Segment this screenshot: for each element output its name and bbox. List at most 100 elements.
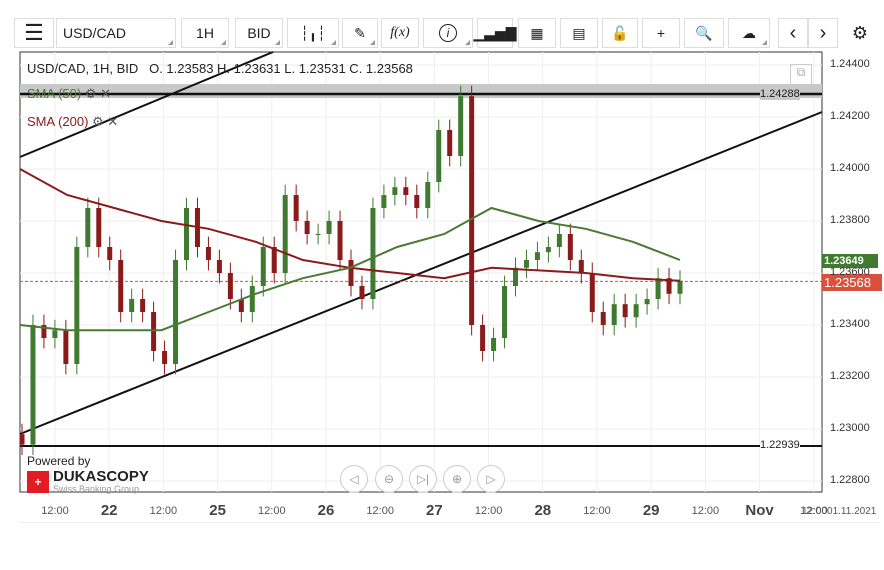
branding: Powered by + DUKASCOPY Swiss Banking Grou… <box>27 454 149 494</box>
candle-body <box>96 208 102 247</box>
candle-body <box>589 273 595 312</box>
candle-body <box>315 234 321 235</box>
x-tick-label: 12:00 <box>41 505 69 517</box>
candle-body <box>447 130 453 156</box>
candle-body <box>425 182 431 208</box>
indicator-label: SMA (200) <box>27 114 89 129</box>
close-icon[interactable]: ✕ <box>100 86 111 101</box>
lower-level-label: 1.22939 <box>760 439 800 451</box>
dukascopy-logo-icon: + <box>27 471 49 493</box>
candle-body <box>633 304 639 318</box>
candle-body <box>523 260 529 268</box>
y-tick-label: 1.24400 <box>830 58 870 70</box>
candle-body <box>227 273 233 299</box>
candle-body <box>249 286 255 312</box>
powered-by: Powered by <box>27 454 91 468</box>
candle-body <box>414 195 420 208</box>
ohlc-readout: O. 1.23583 H. 1.23631 L. 1.23531 C. 1.23… <box>149 61 413 76</box>
candle-body <box>85 208 91 247</box>
x-tick-label: 12:00 <box>583 505 611 517</box>
candle-body <box>370 208 376 299</box>
x-tick-label: 12:00 <box>258 505 286 517</box>
candle-body <box>567 234 573 260</box>
logo-text: DUKASCOPY <box>53 468 149 485</box>
candle-body <box>491 338 497 351</box>
indicator-sma200[interactable]: SMA (200) ⚙ ✕ <box>27 114 118 130</box>
candle-body <box>326 221 332 234</box>
pan-right-button[interactable]: ▷ <box>477 465 505 493</box>
candle-body <box>458 96 464 156</box>
go-to-end-button[interactable]: ▷| <box>409 465 437 493</box>
candle-body <box>611 304 617 325</box>
candle-body <box>381 195 387 208</box>
y-tick-label: 1.23000 <box>830 422 870 434</box>
candle-body <box>216 260 222 273</box>
candle-body <box>600 312 606 325</box>
x-tick-label: 12:00 <box>149 505 178 517</box>
chart-header: USD/CAD, 1H, BID O. 1.23583 H. 1.23631 L… <box>27 61 413 76</box>
candle-body <box>205 247 211 260</box>
candle-body <box>129 299 135 312</box>
candle-body <box>271 247 277 273</box>
x-tick-label: 12:00 <box>474 505 503 517</box>
candle-body <box>644 299 650 305</box>
y-tick-label: 1.23400 <box>830 318 870 330</box>
chart-title: USD/CAD, 1H, BID <box>27 61 139 76</box>
candle-body <box>173 260 179 364</box>
candle-body <box>30 325 36 445</box>
candle-body <box>469 96 475 325</box>
x-tick-label: 12:00 <box>366 505 394 517</box>
candle-body <box>545 247 551 253</box>
candle-body <box>534 252 540 260</box>
candle-body <box>118 260 124 312</box>
candle-body <box>622 304 628 318</box>
candle-body <box>513 267 518 286</box>
gear-icon[interactable]: ⚙ <box>92 114 104 129</box>
y-tick-label: 1.23800 <box>830 214 870 226</box>
zoom-out-button[interactable]: ⊖ <box>375 465 403 493</box>
y-tick-label: 1.22800 <box>830 474 870 486</box>
indicator-label: SMA (50) <box>27 86 82 101</box>
zoom-in-button[interactable]: ⊕ <box>443 465 471 493</box>
y-tick-label: 1.23200 <box>830 370 870 382</box>
detach-button[interactable]: ⧉ <box>790 64 812 86</box>
indicator-sma50[interactable]: SMA (50) ⚙ ✕ <box>27 86 111 102</box>
candle-body <box>184 208 189 260</box>
candle-body <box>392 187 398 195</box>
x-tick-label: 27 <box>426 502 443 519</box>
x-tick-label: 25 <box>209 502 226 519</box>
candle-body <box>52 330 58 338</box>
candle-body <box>282 195 288 273</box>
candle-body <box>304 221 310 234</box>
gear-icon[interactable]: ⚙ <box>85 86 97 101</box>
close-icon[interactable]: ✕ <box>107 114 118 129</box>
candle-body <box>63 330 69 364</box>
candle-body <box>260 247 266 286</box>
candle-body <box>74 247 80 364</box>
x-end-label: 12:0001.11.2021 <box>802 506 877 517</box>
candle-body <box>556 234 562 247</box>
y-tick-label: 1.23600 <box>830 266 870 278</box>
x-tick-label: 28 <box>534 502 552 519</box>
x-tick-label: 12:00 <box>691 505 720 517</box>
candle-body <box>502 286 508 338</box>
candle-body <box>293 195 299 221</box>
candle-body <box>403 187 409 195</box>
candle-body <box>107 247 113 260</box>
candle-body <box>162 351 168 364</box>
candle-body <box>151 312 157 351</box>
pan-left-button[interactable]: ◁ <box>340 465 368 493</box>
y-tick-label: 1.24000 <box>830 162 870 174</box>
logo-tagline: Swiss Banking Group <box>53 484 140 494</box>
candle-body <box>337 221 343 260</box>
x-tick-label: 29 <box>642 502 660 519</box>
candle-body <box>480 325 486 351</box>
candle-body <box>348 260 354 286</box>
x-tick-label: 22 <box>100 502 118 519</box>
upper-level-label: 1.24288 <box>760 88 800 100</box>
navigator-overview[interactable] <box>20 522 880 570</box>
x-tick-label: Nov <box>745 502 774 519</box>
candle-body <box>578 260 584 273</box>
candle-body <box>19 434 25 445</box>
candle-body <box>655 278 661 299</box>
